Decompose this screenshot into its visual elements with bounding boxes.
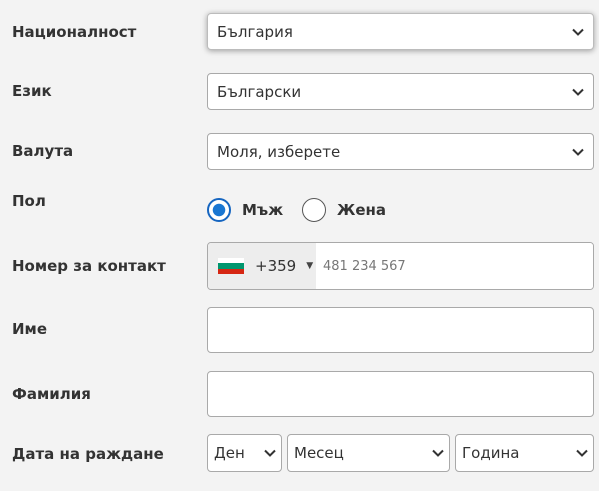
- gender-label: Пол: [12, 192, 46, 210]
- birth-day-value: Ден: [214, 444, 245, 462]
- contact-phone-field[interactable]: +359 ▼: [207, 242, 594, 290]
- language-value: Български: [217, 82, 302, 101]
- currency-select[interactable]: Моля, изберете: [207, 133, 594, 170]
- contact-label: Номер за контакт: [12, 257, 166, 275]
- gender-female-label[interactable]: Жена: [337, 201, 386, 219]
- gender-option-male[interactable]: Мъж: [207, 198, 283, 222]
- birth-day-select[interactable]: Ден: [207, 434, 282, 472]
- birth-date-label: Дата на раждане: [12, 445, 164, 463]
- language-select[interactable]: Български: [207, 73, 594, 110]
- chevron-down-icon: [572, 88, 584, 96]
- dial-code: +359: [255, 257, 297, 275]
- caret-down-icon: ▼: [306, 261, 314, 271]
- gender-female-radio[interactable]: [302, 198, 326, 222]
- chevron-down-icon: [576, 449, 588, 457]
- language-label: Език: [12, 82, 52, 100]
- first-name-input[interactable]: [207, 307, 594, 353]
- currency-value: Моля, изберете: [217, 142, 341, 161]
- nationality-value: България: [217, 22, 293, 41]
- country-code-selector[interactable]: +359 ▼: [208, 243, 316, 289]
- nationality-label: Националност: [12, 23, 137, 41]
- birth-year-select[interactable]: Година: [455, 434, 594, 472]
- first-name-label: Име: [12, 320, 47, 338]
- chevron-down-icon: [264, 449, 276, 457]
- gender-male-label[interactable]: Мъж: [242, 201, 283, 219]
- birth-month-select[interactable]: Месец: [287, 434, 450, 472]
- nationality-select[interactable]: България: [207, 13, 594, 50]
- currency-label: Валута: [12, 142, 74, 160]
- phone-input[interactable]: [316, 243, 593, 289]
- last-name-label: Фамилия: [12, 385, 91, 403]
- gender-male-radio[interactable]: [207, 198, 231, 222]
- chevron-down-icon: [572, 28, 584, 36]
- last-name-input[interactable]: [207, 371, 594, 417]
- chevron-down-icon: [572, 148, 584, 156]
- birth-month-value: Месец: [294, 444, 344, 462]
- chevron-down-icon: [432, 449, 444, 457]
- gender-option-female[interactable]: Жена: [302, 198, 386, 222]
- birth-year-value: Година: [462, 444, 520, 462]
- bulgaria-flag-icon: [218, 258, 244, 274]
